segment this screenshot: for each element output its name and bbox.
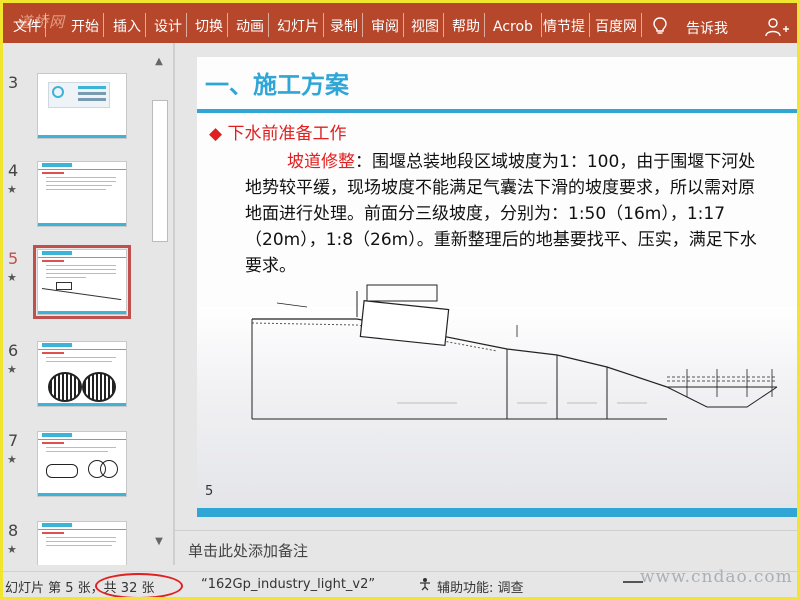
thumbnail-slide-7[interactable]: 7 ★ [3, 431, 148, 521]
accessibility-icon[interactable] [418, 577, 432, 591]
animation-star-icon: ★ [7, 363, 17, 376]
slide-title[interactable]: 一、施工方案 [205, 65, 349, 100]
slide-subheading[interactable]: ◆ 下水前准备工作 [209, 119, 346, 144]
tab-storyboard[interactable]: 情节提 [543, 13, 590, 37]
site-watermark-bottom: www.cndao.com [640, 567, 793, 587]
thumbnail-slide-4[interactable]: 4 ★ [3, 161, 148, 251]
tab-record[interactable]: 录制 [330, 13, 363, 37]
thumbnail-image-selected[interactable] [33, 245, 131, 319]
thumbnail-slide-6[interactable]: 6 ★ [3, 341, 148, 431]
tab-acrobat[interactable]: Acrob [493, 13, 542, 37]
thumbnail-image[interactable] [37, 521, 127, 565]
tab-design[interactable]: 设计 [154, 13, 187, 37]
thumbnail-image[interactable] [37, 161, 127, 227]
thumbnail-number: 5 [8, 249, 19, 268]
template-name[interactable]: “162Gp_industry_light_v2” [201, 577, 375, 592]
thumbnail-slide-3[interactable]: 3 [3, 73, 148, 163]
tell-me-search[interactable]: 告诉我 [686, 3, 728, 43]
thumbnail-number: 6 [8, 341, 19, 360]
slide-canvas[interactable]: 一、施工方案 ◆ 下水前准备工作 坡道修整：围堰总装地段区域坡度为1：100，由… [197, 57, 797, 517]
body-highlight: 坡道修整 [287, 152, 355, 172]
animation-star-icon: ★ [7, 453, 17, 466]
tab-baidu-netdisk[interactable]: 百度网 [595, 13, 642, 37]
thumbnail-slide-8[interactable]: 8 ★ [3, 521, 148, 565]
thumbnail-number: 3 [8, 73, 19, 92]
tab-transitions[interactable]: 切换 [195, 13, 228, 37]
thumbnail-number: 4 [8, 161, 19, 180]
tab-help[interactable]: 帮助 [452, 13, 485, 37]
slide-bottom-bar [197, 508, 797, 517]
tab-home[interactable]: 开始 [71, 13, 104, 37]
thumbnail-number: 8 [8, 521, 19, 540]
thumbnail-number: 7 [8, 431, 19, 450]
slide-page-number: 5 [205, 484, 214, 499]
scroll-down-arrow-icon[interactable]: ▼ [153, 536, 165, 548]
tab-insert[interactable]: 插入 [113, 13, 146, 37]
accessibility-status[interactable]: 辅助功能: 调查 [437, 577, 524, 596]
thumbnail-image[interactable] [37, 431, 127, 497]
tab-review[interactable]: 审阅 [371, 13, 404, 37]
lightbulb-icon[interactable] [653, 17, 667, 35]
tab-animations[interactable]: 动画 [236, 13, 269, 37]
thumbnail-image[interactable] [37, 341, 127, 407]
slope-cross-section-diagram[interactable] [197, 277, 797, 427]
thumbnail-slide-5[interactable]: 5 ★ [3, 245, 148, 339]
animation-star-icon: ★ [7, 271, 17, 284]
scroll-up-arrow-icon[interactable]: ▲ [153, 56, 165, 68]
notes-placeholder[interactable]: 单击此处添加备注 [188, 540, 308, 561]
tab-view[interactable]: 视图 [411, 13, 444, 37]
share-user-icon[interactable] [765, 17, 789, 37]
notes-divider[interactable] [175, 530, 797, 531]
slide-thumbnail-pane: 3 4 ★ 5 ★ 6 ★ 7 ★ 8 ★ [3, 43, 148, 565]
ribbon-tab-bar: 道桥网 文件 开始 插入 设计 切换 动画 幻灯片 录制 审阅 视图 帮助 Ac… [3, 3, 797, 43]
tab-file[interactable]: 文件 [13, 13, 46, 37]
thumbnail-image[interactable] [37, 73, 127, 139]
scrollbar-thumb[interactable] [152, 100, 168, 242]
thumbnail-scrollbar[interactable]: ▲ ▼ [150, 52, 168, 550]
animation-star-icon: ★ [7, 183, 17, 196]
animation-star-icon: ★ [7, 543, 17, 556]
subheading-text: 下水前准备工作 [227, 124, 347, 144]
tab-slideshow[interactable]: 幻灯片 [277, 13, 324, 37]
slide-body-text[interactable]: 坡道修整：围堰总装地段区域坡度为1：100，由于围堰下河处地势较平缓，现场坡度不… [245, 149, 765, 279]
diamond-bullet-icon: ◆ [209, 124, 223, 144]
annotation-circle [95, 573, 183, 599]
pane-divider[interactable] [173, 43, 175, 565]
